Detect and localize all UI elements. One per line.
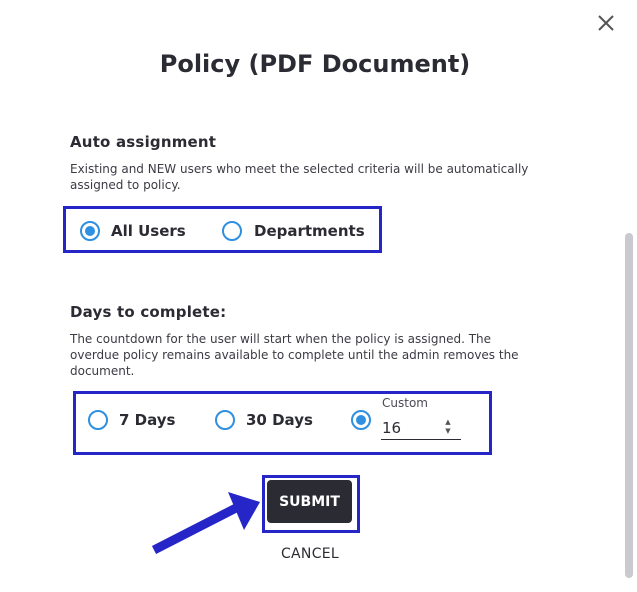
- custom-days-spinner[interactable]: ▲ ▼: [442, 418, 454, 438]
- radio-30-days[interactable]: [215, 410, 235, 430]
- scrollbar-thumb[interactable]: [625, 233, 633, 578]
- radio-7-days[interactable]: [88, 410, 108, 430]
- dialog-title: Policy (PDF Document): [159, 50, 471, 78]
- radio-7-days-label[interactable]: 7 Days: [119, 411, 175, 429]
- radio-all-users[interactable]: [80, 221, 100, 241]
- custom-caption: Custom: [382, 396, 428, 410]
- radio-all-users-label[interactable]: All Users: [111, 222, 186, 240]
- days-to-complete-heading: Days to complete:: [70, 303, 227, 321]
- radio-departments[interactable]: [222, 221, 242, 241]
- spinner-up-icon[interactable]: ▲: [442, 418, 454, 427]
- pointer-arrow-icon: [151, 492, 260, 555]
- radio-departments-label[interactable]: Departments: [254, 222, 365, 240]
- spinner-down-icon[interactable]: ▼: [442, 427, 454, 436]
- radio-custom[interactable]: [351, 410, 371, 430]
- close-icon[interactable]: [595, 12, 617, 34]
- cancel-button[interactable]: CANCEL: [260, 546, 360, 562]
- auto-assignment-heading: Auto assignment: [70, 133, 217, 151]
- policy-dialog: Policy (PDF Document) Auto assignment Ex…: [0, 0, 637, 592]
- radio-30-days-label[interactable]: 30 Days: [246, 411, 313, 429]
- auto-assignment-description: Existing and NEW users who meet the sele…: [70, 162, 529, 192]
- days-to-complete-description: The countdown for the user will start wh…: [70, 332, 519, 378]
- submit-button[interactable]: SUBMIT: [267, 480, 352, 523]
